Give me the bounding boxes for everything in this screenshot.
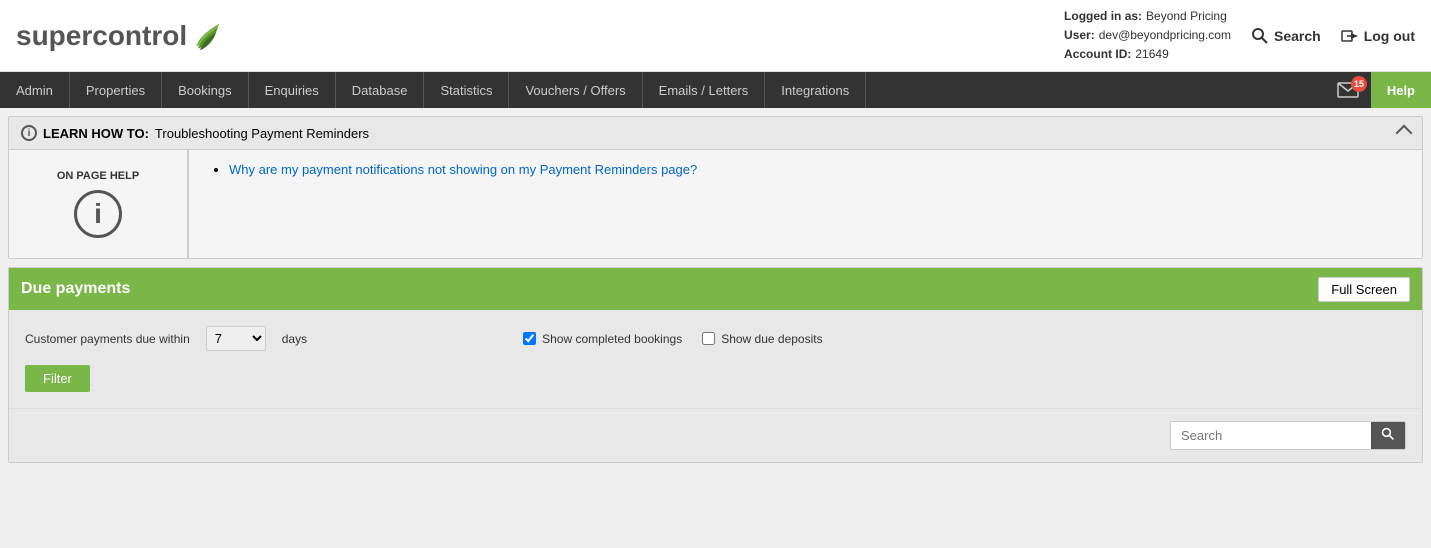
- on-page-help-label: ON PAGE HELP: [57, 170, 139, 182]
- nav-item-emails[interactable]: Emails / Letters: [643, 72, 766, 108]
- fullscreen-button[interactable]: Full Screen: [1318, 277, 1410, 302]
- show-deposits-row: Show due deposits: [702, 332, 822, 346]
- learn-prefix: LEARN HOW TO:: [43, 126, 149, 141]
- header: supercontrol Logged in as: Beyond Pricin…: [0, 0, 1431, 72]
- account-label: Account ID:: [1064, 45, 1131, 64]
- checkboxes: Show completed bookings Show due deposit…: [523, 332, 823, 346]
- logout-icon: [1341, 27, 1359, 45]
- search-row: [9, 408, 1422, 462]
- nav-item-enquiries[interactable]: Enquiries: [249, 72, 336, 108]
- customer-payments-label: Customer payments due within: [25, 332, 190, 346]
- nav-bar: Admin Properties Bookings Enquiries Data…: [0, 72, 1431, 108]
- info-icon: i: [21, 125, 37, 141]
- nav-item-bookings[interactable]: Bookings: [162, 72, 248, 108]
- learn-link[interactable]: Why are my payment notifications not sho…: [229, 162, 697, 177]
- search-label: Search: [1274, 28, 1321, 44]
- due-payments-header: Due payments Full Screen: [9, 268, 1422, 310]
- logged-in-value: Beyond Pricing: [1146, 7, 1227, 26]
- logout-label: Log out: [1364, 28, 1415, 44]
- show-completed-checkbox[interactable]: [523, 332, 536, 345]
- table-search-container: [1170, 421, 1406, 450]
- nav-item-database[interactable]: Database: [336, 72, 425, 108]
- learn-title: Troubleshooting Payment Reminders: [155, 126, 369, 141]
- big-info-icon: i: [74, 190, 122, 238]
- learn-section: i LEARN HOW TO: Troubleshooting Payment …: [8, 116, 1423, 259]
- show-deposits-checkbox[interactable]: [702, 332, 715, 345]
- mail-button[interactable]: 15: [1325, 72, 1371, 108]
- show-completed-label: Show completed bookings: [542, 332, 682, 346]
- learn-body: ON PAGE HELP i Why are my payment notifi…: [9, 149, 1422, 258]
- header-right: Logged in as: Beyond Pricing User: dev@b…: [1064, 7, 1415, 65]
- nav-item-admin[interactable]: Admin: [0, 72, 70, 108]
- logo-super: super: [16, 20, 92, 51]
- search-icon-small: [1381, 427, 1395, 441]
- learn-header[interactable]: i LEARN HOW TO: Troubleshooting Payment …: [9, 117, 1422, 149]
- learn-links: Why are my payment notifications not sho…: [189, 150, 1422, 258]
- user-value: dev@beyondpricing.com: [1099, 26, 1231, 45]
- nav-item-vouchers[interactable]: Vouchers / Offers: [509, 72, 642, 108]
- search-icon: [1251, 27, 1269, 45]
- filter-row: Customer payments due within 12345671430…: [25, 326, 1406, 351]
- help-button[interactable]: Help: [1371, 72, 1431, 108]
- chevron-up-icon: [1396, 125, 1413, 142]
- account-value: 21649: [1135, 45, 1168, 64]
- learn-header-left: i LEARN HOW TO: Troubleshooting Payment …: [21, 125, 369, 141]
- nav-item-properties[interactable]: Properties: [70, 72, 162, 108]
- user-label: User:: [1064, 26, 1095, 45]
- logo-area: supercontrol: [16, 18, 225, 54]
- filter-button[interactable]: Filter: [25, 365, 90, 392]
- due-payments-title: Due payments: [21, 280, 130, 298]
- logout-button[interactable]: Log out: [1341, 27, 1415, 45]
- show-deposits-label: Show due deposits: [721, 332, 822, 346]
- table-search-button[interactable]: [1371, 422, 1405, 449]
- days-label: days: [282, 332, 307, 346]
- table-search-input[interactable]: [1171, 423, 1371, 448]
- mail-badge: 15: [1351, 76, 1367, 92]
- user-info: Logged in as: Beyond Pricing User: dev@b…: [1064, 7, 1231, 65]
- search-button[interactable]: Search: [1251, 27, 1321, 45]
- show-completed-row: Show completed bookings: [523, 332, 682, 346]
- logo: supercontrol: [16, 20, 187, 52]
- nav-item-statistics[interactable]: Statistics: [424, 72, 509, 108]
- logged-in-label: Logged in as:: [1064, 7, 1142, 26]
- nav-item-integrations[interactable]: Integrations: [765, 72, 866, 108]
- days-select[interactable]: 123456714306090: [206, 326, 266, 351]
- on-page-help: ON PAGE HELP i: [9, 150, 189, 258]
- logo-icon: [189, 18, 225, 54]
- due-payments-section: Due payments Full Screen Customer paymen…: [8, 267, 1423, 463]
- due-payments-body: Customer payments due within 12345671430…: [9, 310, 1422, 408]
- logo-control: control: [92, 20, 187, 51]
